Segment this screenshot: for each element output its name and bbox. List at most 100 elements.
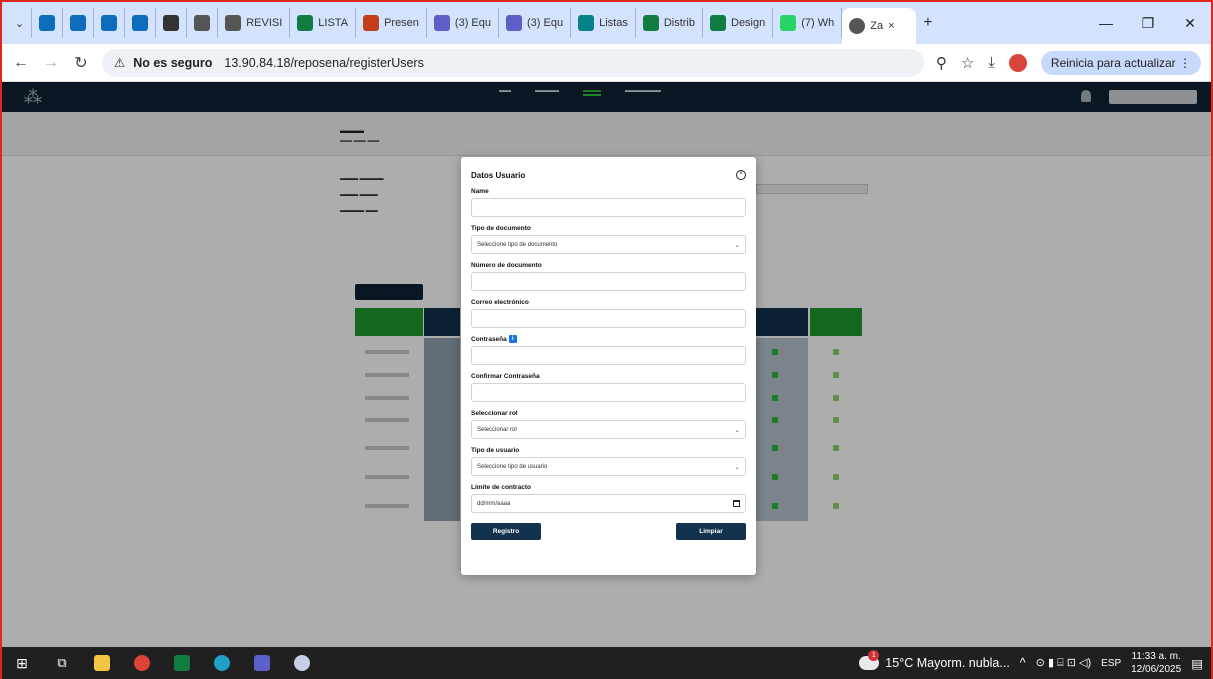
update-button[interactable]: Reinicia para actualizar ⋮ — [1040, 50, 1201, 75]
profile-avatar[interactable] — [1008, 53, 1027, 72]
tab[interactable]: Presen — [356, 8, 427, 38]
reload-button[interactable]: ↻ — [72, 53, 90, 73]
back-button[interactable]: ← — [12, 54, 30, 72]
confirm-password-input[interactable] — [471, 383, 746, 402]
user-data-modal: Datos Usuario × Name Tipo de documento S… — [461, 157, 756, 575]
doc-type-select[interactable]: Seleccione tipo de documento ⌄ — [471, 235, 746, 254]
tab-active[interactable]: Za × — [842, 8, 917, 44]
email-input[interactable] — [471, 309, 746, 328]
weather-text: 15°C Mayorm. nubla... — [885, 656, 1010, 670]
close-window-button[interactable]: ✕ — [1169, 15, 1211, 32]
address-bar-row: ← → ↻ ⚠ No es seguro 13.90.84.18/reposen… — [2, 44, 1211, 82]
chevron-down-icon: ⌄ — [734, 241, 740, 249]
password-input[interactable] — [471, 346, 746, 365]
tab-label: Za — [870, 20, 884, 32]
email-label: Correo electrónico — [471, 299, 529, 306]
tab-strip: ⌄ REVISI LISTA Presen (3) Equ (3) Equ Listas D… — [2, 2, 1211, 44]
contract-limit-label: Limite de contracto — [471, 484, 531, 491]
download-icon[interactable]: ⤓ — [988, 54, 995, 71]
name-label: Name — [471, 188, 489, 195]
time: 11:33 a. m. — [1131, 651, 1181, 662]
chevron-down-icon: ⌄ — [734, 426, 740, 434]
new-tab-button[interactable]: + — [916, 8, 939, 38]
tab[interactable] — [187, 8, 219, 38]
tab[interactable] — [32, 8, 64, 38]
tab[interactable]: REVISI — [218, 8, 291, 38]
taskbar: ⊞ ⧉ 15°C Mayorm. nubla... ^ ⊙ ▮ ⌸ ⊡ ◁) E… — [2, 647, 1211, 679]
tab[interactable]: Design — [703, 8, 774, 38]
excel-icon[interactable] — [162, 647, 202, 679]
tab[interactable]: (3) Equ — [427, 8, 499, 38]
info-icon[interactable]: i — [508, 335, 517, 344]
close-icon[interactable]: × — [736, 170, 746, 180]
powerpoint-icon — [363, 15, 380, 31]
clear-button[interactable]: Limpiar — [676, 523, 746, 540]
tray-icons[interactable]: ⊙ ▮ ⌸ ⊡ ◁) — [1036, 656, 1091, 670]
tab[interactable] — [156, 8, 188, 38]
chevron-down-icon: ⌄ — [734, 463, 740, 471]
user-type-value: Seleccione tipo de usuario — [477, 463, 548, 470]
task-view-icon[interactable]: ⧉ — [42, 647, 82, 679]
tab[interactable]: (3) Equ — [499, 8, 572, 38]
register-button[interactable]: Registro — [471, 523, 541, 540]
tab-label: LISTA — [318, 17, 349, 29]
tab[interactable]: Listas — [571, 8, 636, 38]
tab[interactable] — [125, 8, 157, 38]
url-text[interactable]: 13.90.84.18/reposena/registerUsers — [224, 56, 423, 70]
name-input[interactable] — [471, 198, 746, 217]
tab[interactable] — [94, 8, 126, 38]
tab[interactable]: (7) Wh — [773, 8, 843, 38]
close-tab-icon[interactable]: × — [888, 20, 894, 32]
tab-label: Listas — [599, 17, 628, 29]
doc-number-label: Número de documento — [471, 262, 542, 269]
role-value: Seleccionar rol — [477, 426, 517, 433]
minimize-button[interactable]: — — [1085, 15, 1127, 31]
outlook-icon — [70, 15, 87, 31]
doc-number-input[interactable] — [471, 272, 746, 291]
teams-icon — [433, 15, 450, 31]
zoom-icon[interactable]: ⚲ — [936, 54, 947, 72]
globe-icon — [225, 15, 242, 31]
doc-type-value: Seleccione tipo de documento — [477, 241, 558, 248]
chrome-icon[interactable] — [122, 647, 162, 679]
warning-icon: ⚠ — [114, 56, 126, 70]
doc-type-label: Tipo de documento — [471, 225, 531, 232]
date: 12/06/2025 — [1131, 664, 1182, 675]
role-select[interactable]: Seleccionar rol ⌄ — [471, 420, 746, 439]
edge-icon[interactable] — [202, 647, 242, 679]
language-indicator[interactable]: ESP — [1101, 658, 1121, 669]
tab[interactable]: LISTA — [290, 8, 357, 38]
star-icon[interactable]: ☆ — [961, 54, 974, 72]
security-label[interactable]: No es seguro — [133, 56, 212, 70]
password-label-row: Contraseña i — [471, 334, 746, 346]
cloud-icon — [859, 650, 880, 670]
tab-label: Design — [731, 17, 766, 29]
chevron-up-icon[interactable]: ^ — [1020, 656, 1026, 670]
weather-widget[interactable]: 15°C Mayorm. nubla... — [859, 650, 1010, 670]
whatsapp-icon — [780, 15, 797, 31]
sharepoint-icon — [578, 15, 595, 31]
tab[interactable]: Distrib — [636, 8, 703, 38]
start-icon[interactable]: ⊞ — [2, 647, 42, 679]
tab-dropdown[interactable]: ⌄ — [8, 8, 33, 38]
tab[interactable] — [63, 8, 95, 38]
file-explorer-icon[interactable] — [82, 647, 122, 679]
globe-icon — [849, 18, 866, 34]
modal-title: Datos Usuario — [471, 170, 526, 180]
contract-limit-date-input[interactable]: dd/mm/aaaa — [471, 494, 746, 513]
date-placeholder: dd/mm/aaaa — [477, 500, 511, 507]
user-type-select[interactable]: Seleccione tipo de usuario ⌄ — [471, 457, 746, 476]
address-bar[interactable]: ⚠ No es seguro 13.90.84.18/reposena/regi… — [102, 48, 924, 77]
teams-icon[interactable] — [242, 647, 282, 679]
app-icon[interactable] — [282, 647, 322, 679]
notification-icon[interactable]: ▤ — [1191, 656, 1203, 671]
restore-button[interactable]: ❐ — [1127, 15, 1169, 32]
tab-label: Presen — [384, 17, 419, 29]
clock[interactable]: 11:33 a. m. 12/06/2025 — [1131, 650, 1181, 676]
globe-icon — [194, 15, 211, 31]
forward-button[interactable]: → — [42, 54, 60, 72]
chevron-down-icon: ⌄ — [15, 17, 25, 30]
calendar-icon[interactable] — [733, 500, 740, 507]
page-viewport: ⁂ ▬▬ ▬▬▬▬ ▬▬▬ ▬▬▬▬▬▬ ▬▬▬ ▬▬ ▬▬ ▬▬ ▬▬▬ ▬▬… — [2, 82, 1211, 647]
excel-icon — [710, 15, 726, 31]
